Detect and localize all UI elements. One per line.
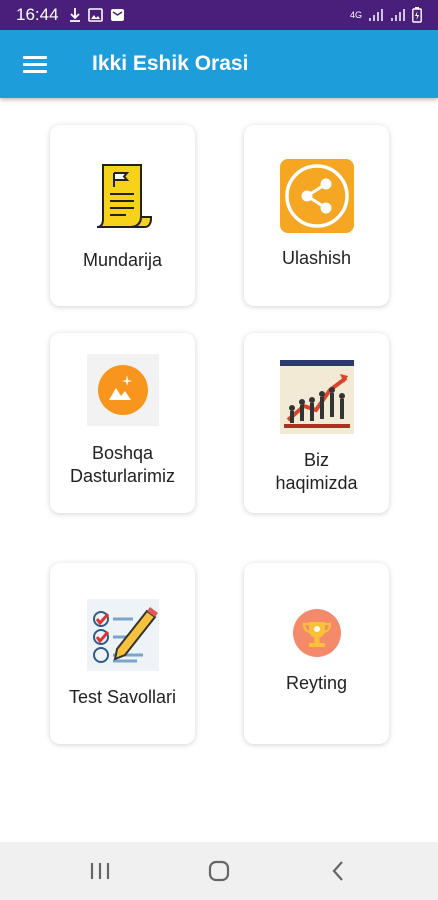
message-icon [110, 9, 124, 21]
app-title: Ikki Eshik Orasi [92, 52, 249, 75]
signal-icon [369, 9, 383, 21]
share-icon [279, 159, 354, 233]
menu-card-label: Mundarija [82, 250, 163, 270]
status-time: 16:44 [16, 5, 59, 24]
recent-apps-icon [90, 863, 109, 879]
signal-icon-2 [391, 9, 405, 21]
gallery-icon [87, 8, 103, 22]
back-button[interactable] [308, 851, 368, 891]
menu-card-label: Reyting [285, 673, 348, 693]
status-notification-icons [69, 7, 125, 23]
menu-card-test-savollari[interactable]: Test Savollari [50, 563, 195, 744]
system-nav-bar [0, 842, 438, 900]
document-flag-icon [96, 164, 152, 228]
menu-card-label-line1: Biz [303, 450, 329, 470]
hamburger-menu-icon [23, 52, 47, 77]
test-checklist-icon [86, 599, 159, 671]
team-growth-icon [279, 360, 354, 434]
menu-card-label-line2: Dasturlarimiz [69, 466, 175, 486]
menu-card-label-line2: haqimizda [275, 473, 358, 493]
menu-card-label-line1: Boshqa [91, 443, 154, 463]
menu-card-label: Test Savollari [68, 687, 177, 707]
home-icon [208, 860, 230, 882]
network-type-label: 4G [349, 10, 362, 20]
menu-card-ulashish[interactable]: Ulashish [244, 125, 389, 306]
menu-card-mundarija[interactable]: Mundarija [50, 125, 195, 306]
status-bar: 16:44 4G [0, 0, 438, 30]
menu-card-reyting[interactable]: Reyting [244, 563, 389, 744]
recent-apps-button[interactable] [70, 851, 130, 891]
hamburger-menu-button[interactable] [0, 30, 70, 98]
download-icon [69, 8, 80, 22]
back-icon [332, 861, 344, 881]
app-bar: Ikki Eshik Orasi [0, 30, 438, 98]
menu-card-label: Ulashish [281, 248, 352, 268]
menu-card-biz-haqimizda[interactable]: Biz haqimizda [244, 333, 389, 513]
menu-card-boshqa-dasturlarimiz[interactable]: Boshqa Dasturlarimiz [50, 333, 195, 513]
apps-icon [86, 354, 159, 426]
status-system-icons: 4G [350, 7, 422, 23]
battery-icon [412, 7, 422, 23]
home-button[interactable] [189, 851, 249, 891]
trophy-icon [292, 609, 341, 657]
